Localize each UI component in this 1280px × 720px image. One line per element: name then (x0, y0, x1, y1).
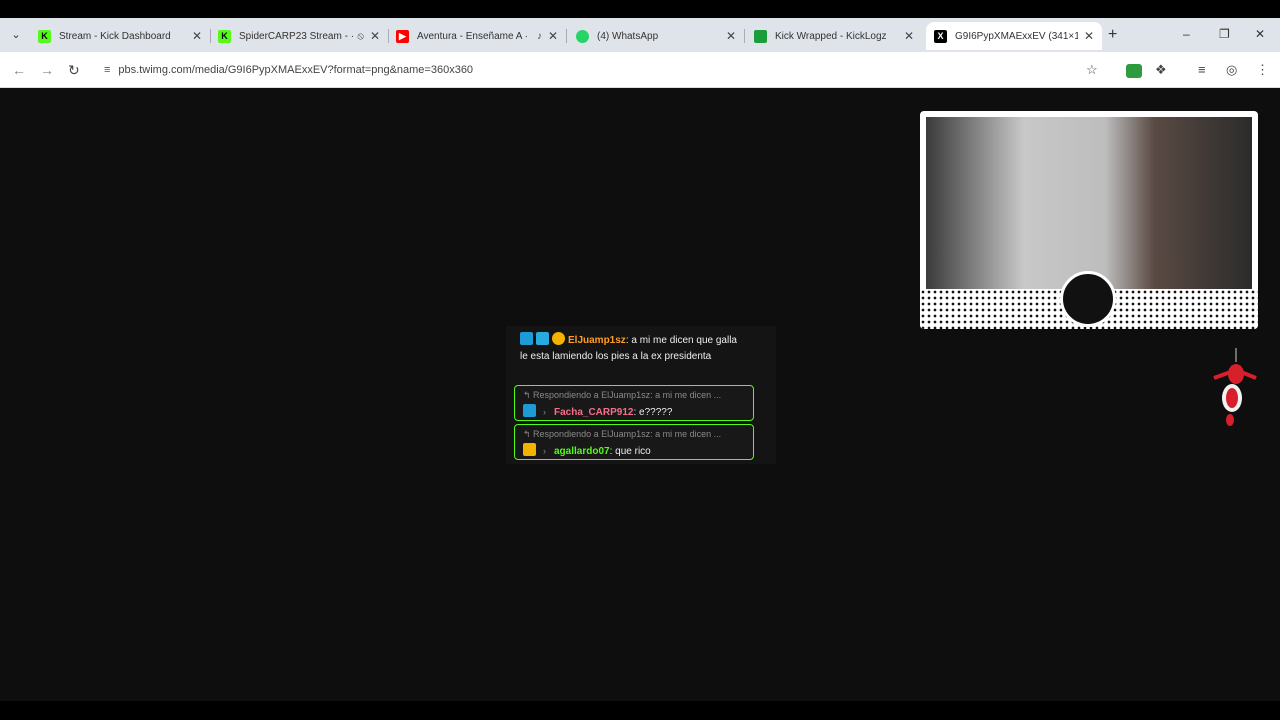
site-info-icon[interactable]: ≡ (104, 64, 110, 76)
chevron-right-icon: › (543, 407, 546, 417)
close-window-icon[interactable]: ✕ (1255, 27, 1265, 41)
tab-title: Stream - Kick Dashboard (59, 30, 171, 42)
moderator-badge-icon (523, 404, 536, 417)
bookmark-star-icon[interactable]: ☆ (1086, 62, 1098, 78)
tab-whatsapp[interactable]: (4) WhatsApp ✕ (568, 22, 744, 50)
reload-icon[interactable]: ↻ (68, 62, 80, 79)
tab-kick-dashboard[interactable]: K Stream - Kick Dashboard ✕ (30, 22, 210, 50)
muted-icon[interactable]: ⦸ (357, 31, 364, 42)
spidercarp-logo (1060, 271, 1116, 327)
tab-close-icon[interactable]: ✕ (726, 29, 736, 43)
tab-title: Aventura - Enseñame A · (417, 30, 528, 42)
bottom-letterbox (0, 701, 1280, 720)
extension-badge-icon[interactable] (1126, 64, 1142, 78)
browser-toolbar: ← → ↻ ≡ pbs.twimg.com/media/G9I6PypXMAEx… (0, 52, 1280, 88)
address-bar[interactable]: ≡ pbs.twimg.com/media/G9I6PypXMAExxEV?fo… (96, 57, 1108, 83)
tab-kick-wrapped[interactable]: Kick Wrapped - KickLogz ✕ (746, 22, 922, 50)
webcam-feed (926, 117, 1252, 289)
profile-icon[interactable]: ◎ (1226, 62, 1237, 78)
reply-context: ↰ Respondiendo a ElJuamp1sz: a mi me dic… (523, 390, 722, 400)
kicklogz-icon (754, 29, 767, 43)
crown-badge-icon (523, 443, 536, 456)
tab-separator (744, 29, 745, 43)
kick-icon: K (218, 29, 231, 43)
chat-image: ElJuamp1sz: a mi me dicen que galla le e… (506, 326, 776, 464)
webcam-overlay (920, 111, 1258, 329)
tab-separator (566, 29, 567, 43)
chat-username: ElJuamp1sz (568, 335, 626, 346)
audio-playing-icon[interactable]: ♪ (537, 31, 542, 42)
chat-message: ElJuamp1sz: a mi me dicen que galla le e… (520, 332, 738, 365)
whatsapp-icon (576, 29, 589, 43)
tab-title: G9I6PypXMAExxEV (341×17… (955, 30, 1078, 42)
media-controls-icon[interactable]: ≡ (1198, 62, 1206, 77)
hanging-spiderman-icon (1213, 348, 1257, 426)
tab-twimg-image[interactable]: X G9I6PypXMAExxEV (341×17… ✕ (926, 22, 1102, 50)
reply-username: Facha_CARP912 (554, 407, 634, 418)
top-letterbox (0, 0, 1280, 18)
minimize-icon[interactable]: – (1183, 27, 1190, 41)
reply-message: ↰ Respondiendo a ElJuamp1sz: a mi me dic… (514, 424, 754, 460)
new-tab-icon[interactable]: + (1108, 26, 1117, 44)
reply-text: : que rico (609, 446, 651, 457)
reply-line: › Facha_CARP912: e????? (523, 404, 672, 418)
youtube-icon: ▶ (396, 29, 409, 43)
tab-search-dropdown-icon[interactable]: ⌄ (6, 25, 26, 45)
tab-title: Kick Wrapped - KickLogz (775, 30, 887, 42)
extensions-icon[interactable]: ❖ (1155, 62, 1167, 78)
tab-close-icon[interactable]: ✕ (1084, 29, 1094, 43)
kick-icon: K (38, 29, 51, 43)
x-icon: X (934, 29, 947, 43)
tab-close-icon[interactable]: ✕ (904, 29, 914, 43)
menu-icon[interactable]: ⋮ (1256, 62, 1269, 78)
reply-message: ↰ Respondiendo a ElJuamp1sz: a mi me dic… (514, 385, 754, 421)
reply-text: : e????? (633, 407, 673, 418)
back-icon[interactable]: ← (12, 62, 26, 78)
tab-youtube-aventura[interactable]: ▶ Aventura - Enseñame A · ♪ ✕ (388, 22, 566, 50)
tab-title: SpiderCARP23 Stream - · (239, 30, 354, 42)
subscriber-badge-icon (536, 332, 549, 345)
gift-badge-icon (552, 332, 565, 345)
url-text: pbs.twimg.com/media/G9I6PypXMAExxEV?form… (118, 64, 474, 76)
chevron-right-icon: › (543, 446, 546, 456)
tab-close-icon[interactable]: ✕ (192, 29, 202, 43)
tab-strip: ⌄ K Stream - Kick Dashboard ✕ K SpiderCA… (0, 18, 1280, 52)
restore-icon[interactable]: ❐ (1219, 27, 1230, 41)
reply-context: ↰ Respondiendo a ElJuamp1sz: a mi me dic… (523, 429, 722, 439)
reply-username: agallardo07 (554, 446, 610, 457)
tab-title: (4) WhatsApp (597, 30, 659, 42)
moderator-badge-icon (520, 332, 533, 345)
tab-spidercarp-stream[interactable]: K SpiderCARP23 Stream - · ⦸ ✕ (210, 22, 388, 50)
tab-close-icon[interactable]: ✕ (548, 29, 558, 43)
tab-close-icon[interactable]: ✕ (370, 29, 380, 43)
reply-line: › agallardo07: que rico (523, 443, 651, 457)
forward-icon[interactable]: → (40, 62, 54, 78)
